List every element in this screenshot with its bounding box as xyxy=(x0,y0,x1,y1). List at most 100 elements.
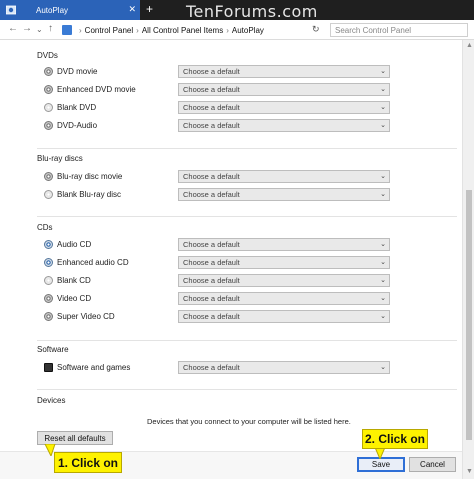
search-input[interactable]: Search Control Panel xyxy=(330,23,468,37)
super-video-cd-icon xyxy=(44,312,53,321)
chevron-down-icon: ⌄ xyxy=(380,68,386,75)
blank-cd-icon xyxy=(44,276,53,285)
select-value: Choose a default xyxy=(183,312,240,321)
forward-arrow-icon[interactable]: → xyxy=(22,23,32,34)
title-bar: AutoPlay ✕ + TenForums.com xyxy=(0,0,474,21)
select-value: Choose a default xyxy=(183,103,240,112)
select-value: Choose a default xyxy=(183,240,240,249)
chevron-down-icon: ⌄ xyxy=(380,277,386,284)
section-title-devices: Devices xyxy=(37,396,66,405)
row-label-audio-cd: Audio CD xyxy=(57,240,92,249)
select-value: Choose a default xyxy=(183,190,240,199)
devices-empty-message: Devices that you connect to your compute… xyxy=(147,417,351,426)
refresh-icon[interactable]: ↻ xyxy=(312,24,320,35)
select-value: Choose a default xyxy=(183,85,240,94)
row-label-enhanced-dvd: Enhanced DVD movie xyxy=(57,85,136,94)
blank-dvd-select[interactable]: Choose a default ⌄ xyxy=(178,101,390,114)
dvd-audio-icon xyxy=(44,121,53,130)
tab-close-icon[interactable]: ✕ xyxy=(128,4,136,15)
callout-reset: 1. Click on xyxy=(54,452,122,473)
reset-button-label: Reset all defaults xyxy=(44,433,106,443)
chevron-down-icon: ⌄ xyxy=(380,104,386,111)
row-label-blank-cd: Blank CD xyxy=(57,276,91,285)
video-cd-select[interactable]: Choose a default ⌄ xyxy=(178,292,390,305)
software-games-select[interactable]: Choose a default ⌄ xyxy=(178,361,390,374)
callout-reset-text: 1. Click on xyxy=(57,455,119,470)
address-bar: ← → ⌄ ↑ › Control Panel › All Control Pa… xyxy=(0,20,474,40)
row-label-video-cd: Video CD xyxy=(57,294,92,303)
scroll-up-icon[interactable]: ▲ xyxy=(466,42,473,49)
back-arrow-icon[interactable]: ← xyxy=(8,23,18,34)
select-value: Choose a default xyxy=(183,276,240,285)
cancel-button[interactable]: Cancel xyxy=(409,457,456,472)
dvd-movie-select[interactable]: Choose a default ⌄ xyxy=(178,65,390,78)
section-divider xyxy=(37,340,457,341)
enhanced-audio-cd-select[interactable]: Choose a default ⌄ xyxy=(178,256,390,269)
select-value: Choose a default xyxy=(183,258,240,267)
watermark: TenForums.com xyxy=(186,2,318,21)
save-button-label: Save xyxy=(371,460,391,469)
blank-bluray-select[interactable]: Choose a default ⌄ xyxy=(178,188,390,201)
autoplay-content: DVDs DVD movie Choose a default ⌄ Enhance… xyxy=(0,40,462,451)
vertical-scrollbar[interactable]: ▲ ▼ xyxy=(462,40,474,479)
new-tab-button[interactable]: + xyxy=(146,2,153,16)
autoplay-app-icon xyxy=(5,5,17,15)
blank-dvd-icon xyxy=(44,103,53,112)
blank-cd-select[interactable]: Choose a default ⌄ xyxy=(178,274,390,287)
dvd-movie-icon xyxy=(44,67,53,76)
breadcrumb-autoplay[interactable]: AutoPlay xyxy=(232,26,264,35)
row-label-super-video-cd: Super Video CD xyxy=(57,312,115,321)
breadcrumb-all-items[interactable]: All Control Panel Items xyxy=(142,26,223,35)
enhanced-dvd-icon xyxy=(44,85,53,94)
recent-chevron-icon[interactable]: ⌄ xyxy=(36,25,43,34)
chevron-down-icon: ⌄ xyxy=(380,295,386,302)
tab-autoplay[interactable]: AutoPlay ✕ xyxy=(0,0,140,20)
save-button[interactable]: Save xyxy=(357,457,405,472)
control-panel-icon xyxy=(62,25,72,35)
row-label-software-games: Software and games xyxy=(57,363,131,372)
blank-bluray-icon xyxy=(44,190,53,199)
search-placeholder: Search Control Panel xyxy=(335,25,412,35)
chevron-down-icon: ⌄ xyxy=(380,313,386,320)
breadcrumb-control-panel[interactable]: Control Panel xyxy=(85,26,133,35)
section-divider xyxy=(37,148,457,149)
row-label-dvd-movie: DVD movie xyxy=(57,67,98,76)
select-value: Choose a default xyxy=(183,121,240,130)
breadcrumb-separator: › xyxy=(226,25,229,35)
chevron-down-icon: ⌄ xyxy=(380,86,386,93)
bluray-movie-icon xyxy=(44,172,53,181)
enhanced-audio-cd-icon xyxy=(44,258,53,267)
scroll-thumb[interactable] xyxy=(466,190,472,440)
section-title-dvds: DVDs xyxy=(37,51,58,60)
row-label-blank-dvd: Blank DVD xyxy=(57,103,97,112)
callout-save: 2. Click on xyxy=(362,429,428,449)
bluray-movie-select[interactable]: Choose a default ⌄ xyxy=(178,170,390,183)
select-value: Choose a default xyxy=(183,67,240,76)
breadcrumb[interactable]: › Control Panel › All Control Panel Item… xyxy=(62,23,320,37)
dvd-audio-select[interactable]: Choose a default ⌄ xyxy=(178,119,390,132)
chevron-down-icon: ⌄ xyxy=(380,364,386,371)
up-arrow-icon[interactable]: ↑ xyxy=(48,23,53,34)
section-divider xyxy=(37,216,457,217)
section-title-software: Software xyxy=(37,345,69,354)
select-value: Choose a default xyxy=(183,172,240,181)
scroll-down-icon[interactable]: ▼ xyxy=(466,468,473,475)
enhanced-dvd-select[interactable]: Choose a default ⌄ xyxy=(178,83,390,96)
reset-all-defaults-button[interactable]: Reset all defaults xyxy=(37,431,113,445)
row-label-dvd-audio: DVD-Audio xyxy=(57,121,98,130)
chevron-down-icon: ⌄ xyxy=(380,173,386,180)
tab-title: AutoPlay xyxy=(36,5,69,15)
section-title-bluray: Blu-ray discs xyxy=(37,154,83,163)
callout-save-text: 2. Click on xyxy=(364,432,426,446)
audio-cd-select[interactable]: Choose a default ⌄ xyxy=(178,238,390,251)
cancel-button-label: Cancel xyxy=(420,460,445,469)
row-label-enhanced-audio-cd: Enhanced audio CD xyxy=(57,258,129,267)
section-title-cds: CDs xyxy=(37,223,53,232)
chevron-down-icon: ⌄ xyxy=(380,241,386,248)
software-games-icon xyxy=(44,363,53,372)
chevron-down-icon: ⌄ xyxy=(380,122,386,129)
super-video-cd-select[interactable]: Choose a default ⌄ xyxy=(178,310,390,323)
audio-cd-icon xyxy=(44,240,53,249)
breadcrumb-separator: › xyxy=(79,25,82,35)
section-divider xyxy=(37,389,457,390)
